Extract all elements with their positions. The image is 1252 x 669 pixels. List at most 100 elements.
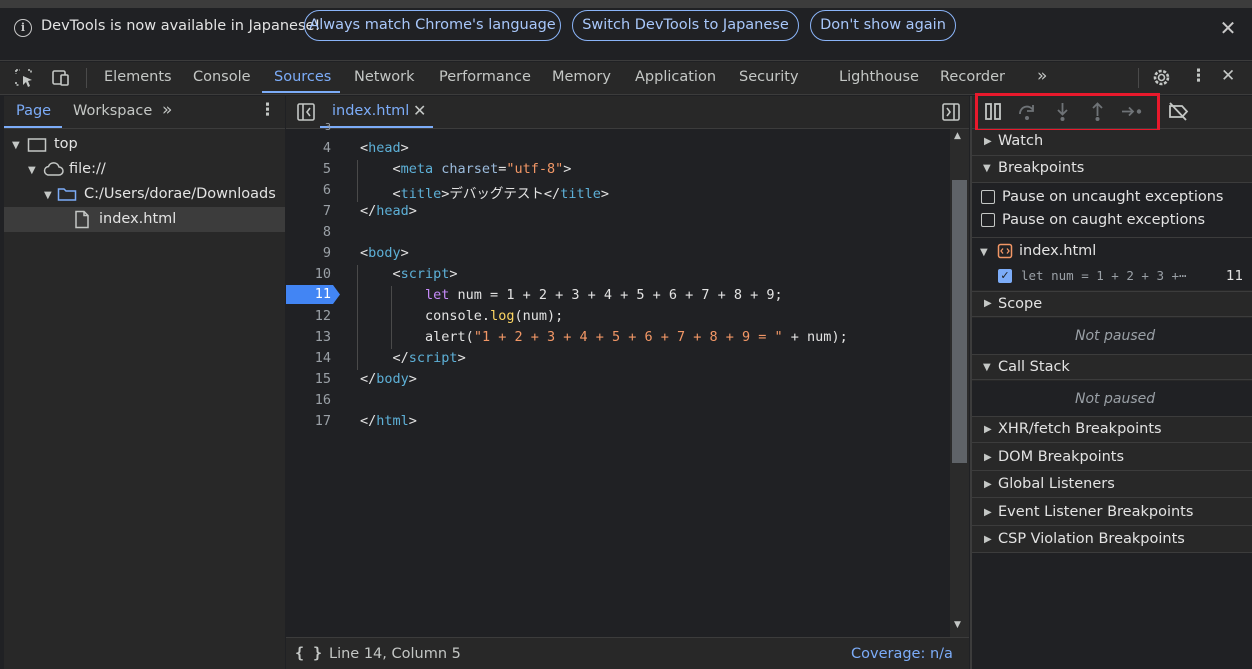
- pause-caught-label[interactable]: Pause on caught exceptions: [1002, 212, 1205, 228]
- watch-title[interactable]: Watch: [998, 133, 1043, 149]
- call-stack-title[interactable]: Call Stack: [998, 359, 1070, 375]
- collapse-arrow-icon[interactable]: ▶: [984, 452, 992, 463]
- navigator-tab-workspace[interactable]: Workspace: [73, 103, 152, 119]
- global-listeners-title[interactable]: Global Listeners: [998, 476, 1115, 492]
- window-top-strip: [0, 0, 1252, 8]
- toggle-navigator-icon[interactable]: [296, 102, 316, 122]
- line-number[interactable]: 13: [286, 329, 331, 345]
- tree-item-origin[interactable]: file://: [69, 161, 106, 177]
- code-token: num = 1 + 2 + 3 + 4 + 5 + 6 + 7 + 8 + 9;: [449, 287, 783, 303]
- always-match-language-button[interactable]: Always match Chrome's language: [304, 10, 561, 41]
- pause-caught-checkbox[interactable]: [981, 213, 995, 227]
- cloud-icon: [43, 162, 64, 176]
- more-navigator-tabs-icon[interactable]: »: [162, 100, 172, 120]
- line-number[interactable]: 14: [286, 350, 331, 366]
- code-token: (num);: [514, 308, 564, 324]
- code-token: log: [490, 308, 515, 324]
- line-number[interactable]: 12: [286, 308, 331, 324]
- inspect-element-icon[interactable]: [14, 68, 36, 88]
- navigator-menu-icon[interactable]: ⋮: [259, 100, 276, 120]
- pause-uncaught-checkbox[interactable]: [981, 190, 995, 204]
- deactivate-breakpoints-icon[interactable]: [1167, 101, 1189, 122]
- tree-item-folder[interactable]: C:/Users/dorae/Downloads: [84, 186, 276, 202]
- collapse-arrow-icon[interactable]: ▶: [984, 479, 992, 490]
- dont-show-again-button[interactable]: Don't show again: [810, 10, 956, 41]
- scroll-up-icon[interactable]: ▲: [954, 131, 961, 141]
- code-token: body: [368, 245, 401, 261]
- tab-lighthouse[interactable]: Lighthouse: [839, 69, 919, 85]
- line-number[interactable]: 7: [286, 203, 331, 219]
- breakpoints-title[interactable]: Breakpoints: [998, 160, 1084, 176]
- scrollbar-thumb[interactable]: [952, 180, 967, 463]
- toggle-debugger-icon[interactable]: [941, 102, 961, 122]
- csp-violation-breakpoints-title[interactable]: CSP Violation Breakpoints: [998, 531, 1185, 547]
- xhr-breakpoints-title[interactable]: XHR/fetch Breakpoints: [998, 421, 1162, 437]
- tab-application[interactable]: Application: [635, 69, 716, 85]
- collapse-arrow-icon[interactable]: ▶: [984, 424, 992, 435]
- expand-arrow-icon[interactable]: ▼: [983, 163, 991, 174]
- collapse-arrow-icon[interactable]: ▶: [984, 298, 992, 309]
- tab-elements[interactable]: Elements: [104, 69, 172, 85]
- editor-tab-index-html[interactable]: index.html: [332, 103, 409, 119]
- tab-security[interactable]: Security: [739, 69, 799, 85]
- tab-recorder[interactable]: Recorder: [940, 69, 1005, 85]
- tab-network[interactable]: Network: [354, 69, 415, 85]
- code-line-11: let num = 1 + 2 + 3 + 4 + 5 + 6 + 7 + 8 …: [360, 287, 783, 303]
- breakpoint-enabled-checkbox[interactable]: ✓: [998, 269, 1012, 283]
- line-number[interactable]: 16: [286, 392, 331, 408]
- line-number[interactable]: 6: [286, 182, 331, 198]
- collapse-arrow-icon[interactable]: ▶: [984, 507, 992, 518]
- coverage-link[interactable]: Coverage: n/a: [851, 646, 953, 662]
- event-listener-breakpoints-title[interactable]: Event Listener Breakpoints: [998, 504, 1193, 520]
- tab-console[interactable]: Console: [193, 69, 251, 85]
- close-infobar-icon[interactable]: ✕: [1216, 16, 1240, 40]
- line-number: 3: [324, 122, 331, 133]
- more-tabs-icon[interactable]: »: [1037, 66, 1047, 86]
- code-token: html: [376, 413, 409, 429]
- code-token: console.: [425, 308, 491, 324]
- debugger-empty-area: [972, 553, 1252, 669]
- scroll-down-icon[interactable]: ▼: [954, 620, 961, 630]
- code-token: charset: [441, 161, 499, 177]
- expand-arrow-icon[interactable]: ▼: [980, 247, 988, 258]
- tab-memory[interactable]: Memory: [552, 69, 611, 85]
- dom-breakpoints-title[interactable]: DOM Breakpoints: [998, 449, 1124, 465]
- code-token: head: [376, 203, 409, 219]
- expand-arrow-icon[interactable]: ▼: [28, 165, 36, 176]
- navigator-tab-page[interactable]: Page: [16, 103, 51, 119]
- line-number[interactable]: 8: [286, 224, 331, 240]
- pause-uncaught-label[interactable]: Pause on uncaught exceptions: [1002, 189, 1223, 205]
- tree-item-top[interactable]: top: [54, 136, 78, 152]
- line-number[interactable]: 10: [286, 266, 331, 282]
- breakpoint-file-name[interactable]: index.html: [1019, 243, 1096, 259]
- tab-divider: [1138, 68, 1139, 88]
- breakpoint-line-number[interactable]: 11: [286, 286, 331, 302]
- expand-arrow-icon[interactable]: ▼: [12, 140, 20, 151]
- collapse-arrow-icon[interactable]: ▶: [984, 136, 992, 147]
- line-number[interactable]: 9: [286, 245, 331, 261]
- line-number[interactable]: 5: [286, 161, 331, 177]
- folder-icon: [57, 188, 77, 201]
- collapse-arrow-icon[interactable]: ▶: [984, 534, 992, 545]
- tree-item-file[interactable]: index.html: [99, 211, 176, 227]
- breakpoint-line-number: 11: [1226, 268, 1244, 284]
- switch-to-japanese-button[interactable]: Switch DevTools to Japanese: [572, 10, 799, 41]
- expand-arrow-icon[interactable]: ▼: [983, 362, 991, 373]
- close-file-icon[interactable]: ✕: [413, 101, 426, 120]
- more-options-icon[interactable]: ⋮: [1190, 66, 1207, 86]
- tab-sources[interactable]: Sources: [274, 69, 331, 85]
- line-number[interactable]: 17: [286, 413, 331, 429]
- tab-divider: [86, 68, 87, 88]
- expand-arrow-icon[interactable]: ▼: [44, 190, 52, 201]
- line-number[interactable]: 15: [286, 371, 331, 387]
- breakpoint-code-snippet[interactable]: let num = 1 + 2 + 3 +⋯: [1021, 268, 1187, 283]
- navigator-active-indicator: [4, 126, 62, 128]
- pretty-print-icon[interactable]: { }: [295, 644, 322, 662]
- settings-gear-icon[interactable]: [1151, 67, 1172, 88]
- scope-title[interactable]: Scope: [998, 296, 1042, 312]
- line-number[interactable]: 4: [286, 140, 331, 156]
- close-devtools-icon[interactable]: ✕: [1221, 66, 1235, 86]
- frame-icon: [27, 138, 47, 152]
- device-toolbar-icon[interactable]: [50, 68, 72, 88]
- tab-performance[interactable]: Performance: [439, 69, 531, 85]
